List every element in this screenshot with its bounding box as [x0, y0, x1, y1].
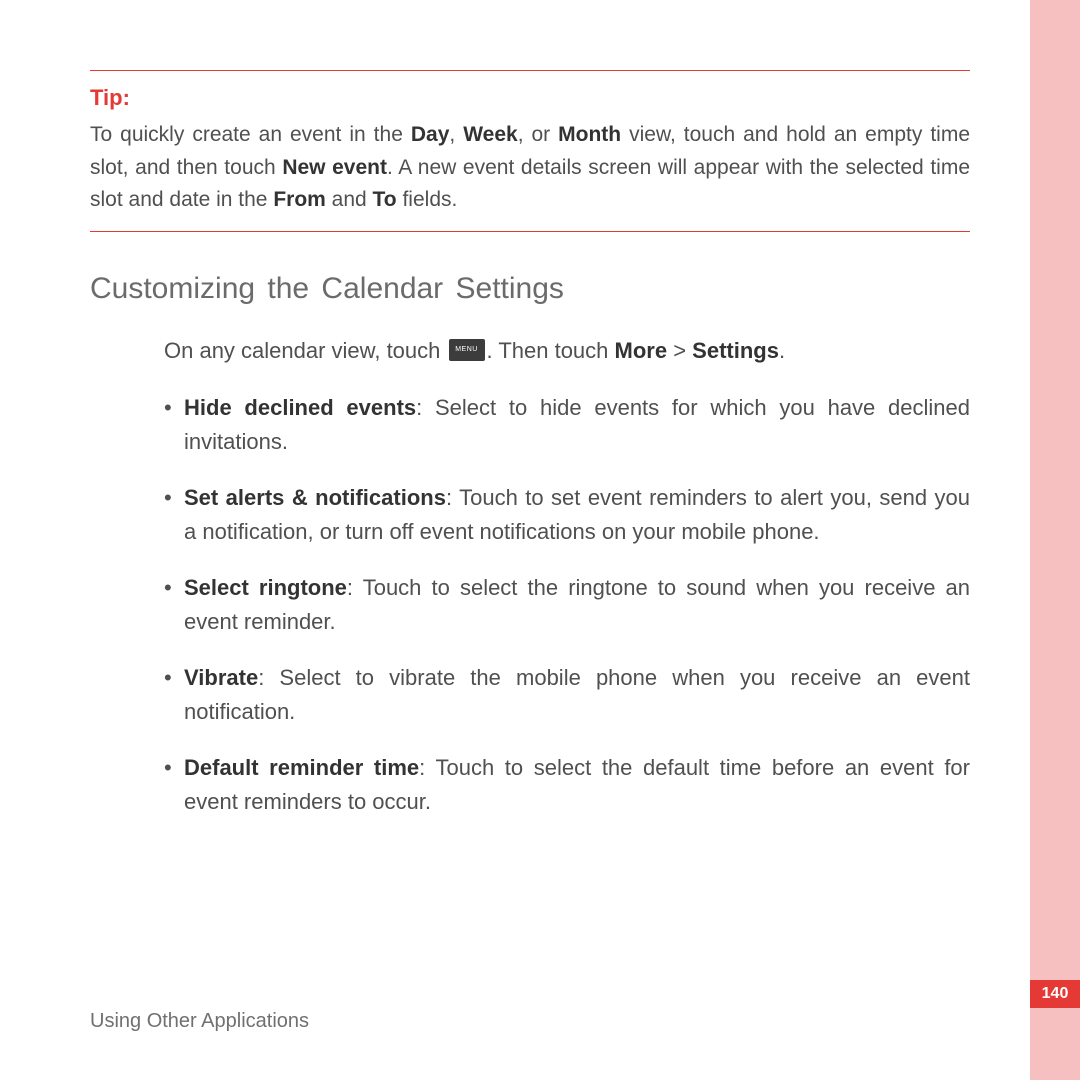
tip-bold-week: Week [463, 123, 517, 146]
setting-desc: : Select to vibrate the mobile phone whe… [184, 665, 970, 724]
setting-label: Vibrate [184, 665, 258, 690]
intro-text: . Then touch [487, 338, 615, 363]
intro-line: On any calendar view, touch . Then touch… [164, 334, 970, 367]
page-number-badge: 140 [1030, 980, 1080, 1008]
page-content: Tip: To quickly create an event in the D… [90, 70, 970, 842]
intro-bold-settings: Settings [692, 338, 779, 363]
footer-text: Using Other Applications [90, 1010, 309, 1033]
setting-label: Select ringtone [184, 575, 347, 600]
tip-box: Tip: To quickly create an event in the D… [90, 70, 970, 232]
tip-text: , or [518, 123, 558, 146]
section-heading: Customizing the Calendar Settings [90, 272, 970, 306]
intro-text: > [667, 338, 692, 363]
list-item: Set alerts & notifications: Touch to set… [164, 481, 970, 549]
list-item: Hide declined events: Select to hide eve… [164, 391, 970, 459]
intro-text: On any calendar view, touch [164, 338, 447, 363]
intro-bold-more: More [615, 338, 668, 363]
tip-bold-day: Day [411, 123, 450, 146]
menu-icon [449, 339, 485, 361]
setting-label: Set alerts & notifications [184, 485, 446, 510]
list-item: Default reminder time: Touch to select t… [164, 751, 970, 819]
tip-text: fields. [397, 188, 458, 211]
tip-bold-month: Month [558, 123, 621, 146]
tip-body: To quickly create an event in the Day, W… [90, 119, 970, 217]
tip-text: , [449, 123, 463, 146]
setting-label: Hide declined events [184, 395, 416, 420]
chapter-sidebar: 140 [1030, 0, 1080, 1080]
tip-text: and [326, 188, 373, 211]
tip-label: Tip: [90, 85, 970, 111]
intro-text: . [779, 338, 785, 363]
tip-bold-from: From [273, 188, 326, 211]
setting-label: Default reminder time [184, 755, 419, 780]
list-item: Select ringtone: Touch to select the rin… [164, 571, 970, 639]
tip-bold-newevent: New event [282, 156, 387, 179]
tip-bold-to: To [373, 188, 397, 211]
tip-text: To quickly create an event in the [90, 123, 411, 146]
list-item: Vibrate: Select to vibrate the mobile ph… [164, 661, 970, 729]
settings-list: Hide declined events: Select to hide eve… [164, 391, 970, 820]
